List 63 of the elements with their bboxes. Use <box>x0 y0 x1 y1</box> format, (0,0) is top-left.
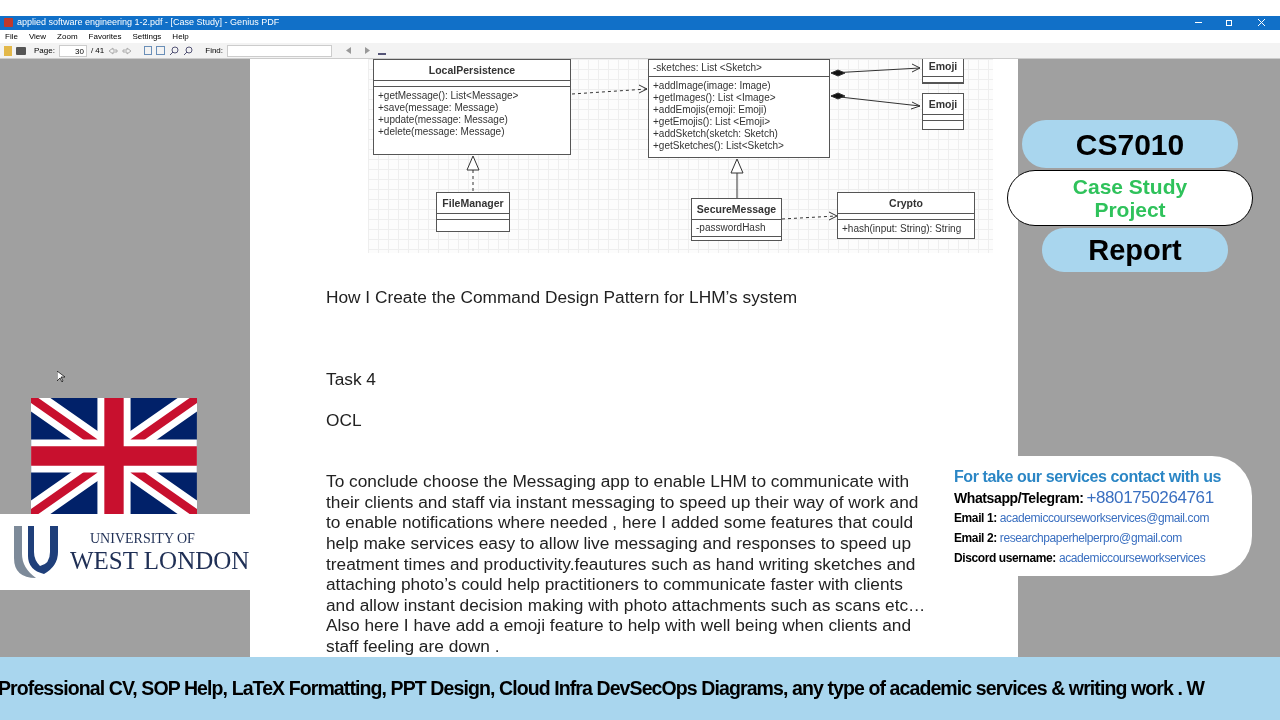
window-title: applied software engineering 1-2.pdf - [Case Study] - Genius PDF <box>17 16 280 30</box>
page-field[interactable]: 30 <box>58 44 87 57</box>
class-method: +delete(message: Message) <box>378 126 506 139</box>
page-total: / 41 <box>90 44 105 57</box>
class-name: Emoji <box>923 94 963 116</box>
class-name: FileManager <box>437 193 509 215</box>
contact-label: Discord username: <box>954 550 1056 568</box>
task-heading: Task 4 <box>326 369 376 390</box>
minimize-icon[interactable] <box>1195 22 1202 24</box>
section-heading: How I Create the Command Design Pattern for LHM’s system <box>326 287 798 309</box>
forward-icon[interactable] <box>122 46 133 55</box>
class-method: +getMessage(): List<Message> <box>378 90 520 103</box>
close-icon[interactable] <box>1258 19 1265 27</box>
fit-width-icon[interactable] <box>156 46 166 56</box>
menu-item[interactable]: View <box>28 30 47 43</box>
report-badge: Report <box>1042 228 1228 273</box>
ocl-heading: OCL <box>326 409 362 431</box>
next-icon[interactable] <box>365 47 371 55</box>
class-method: +addSketch(sketch: Sketch) <box>653 128 779 141</box>
class-method: +getImages(): List <Image> <box>653 92 777 105</box>
class-attribute: -passwordHash <box>696 222 767 235</box>
class-method: +addEmojis(emoji: Emoji) <box>653 104 768 117</box>
contact-label: Email 1: <box>954 510 997 528</box>
contact-value: academiccourseworkservices <box>1058 550 1206 568</box>
contact-value: researchpaperhelperpro@gmail.com <box>999 530 1182 548</box>
class-method: +getSketches(): List<Sketch> <box>653 140 785 153</box>
class-name: LocalPersistence <box>374 60 570 82</box>
course-badge: CS7010 <box>1022 120 1238 169</box>
zoom-out-icon[interactable] <box>169 45 180 56</box>
menu-item[interactable]: Zoom <box>57 30 78 43</box>
maximize-icon[interactable] <box>1226 19 1232 26</box>
menu-item[interactable]: Settings <box>132 30 162 43</box>
class-method: +hash(input: String): String <box>842 223 963 236</box>
back-icon[interactable] <box>108 46 119 55</box>
page-label: Page: <box>34 44 55 57</box>
class-method: +update(message: Message) <box>378 114 509 127</box>
class-name: SecureMessage <box>692 199 781 221</box>
class-name: Crypto <box>838 193 974 215</box>
contact-value: +8801750264761 <box>1086 488 1214 509</box>
contact-label: Whatsapp/Telegram: <box>954 489 1084 509</box>
menu-item[interactable]: Help <box>172 30 189 43</box>
university-name: WEST LONDON <box>70 548 250 573</box>
menu-item[interactable]: File <box>5 30 18 43</box>
class-method: +getEmojis(): List <Emoji> <box>653 116 771 129</box>
menu-item[interactable]: Favorites <box>88 30 122 43</box>
find-label: Find: <box>205 44 224 57</box>
contact-value: academiccourseworkservices@gmail.com <box>999 510 1209 528</box>
previous-icon[interactable] <box>346 47 352 55</box>
university-line: UNIVERSITY OF <box>90 532 196 546</box>
find-field[interactable] <box>227 44 333 57</box>
zoom-in-icon[interactable] <box>183 45 194 56</box>
banner-text: Professional CV, SOP Help, LaTeX Formatting, PPT Design, Cloud Infra DevSecOps Diagrams, any type of academic services & writing work . W <box>0 675 1204 701</box>
project-badge: Case Study Project <box>1007 170 1253 227</box>
cursor-icon <box>57 371 65 384</box>
contact-title: For take our services contact with us <box>954 467 1223 488</box>
contact-label: Email 2: <box>954 530 997 548</box>
app-icon <box>4 18 13 28</box>
class-method: +save(message: Message) <box>378 102 500 115</box>
fit-page-icon[interactable] <box>144 46 153 56</box>
class-method: +addImage(image: Image) <box>653 80 772 93</box>
conclusion-paragraph: To conclude choose the Messaging app to enable LHM to communicate with their clients and staff via instant messaging to speed up their way of work and to enable notifications where needed , here I added some features that could help make services easy to allow live messaging and responses to speed up treatment times and productivity.feautures such as hand writing sketches and attaching photo’s could help practitioners to communicate faster with clients and allow instant decision making with photo attachments such as scans etc… Also here I have add a emoji feature to help with well being when clients and staff feeling are down . <box>326 471 926 657</box>
class-name: Emoji <box>923 59 963 78</box>
class-attribute: -sketches: List <Sketch> <box>653 62 763 75</box>
